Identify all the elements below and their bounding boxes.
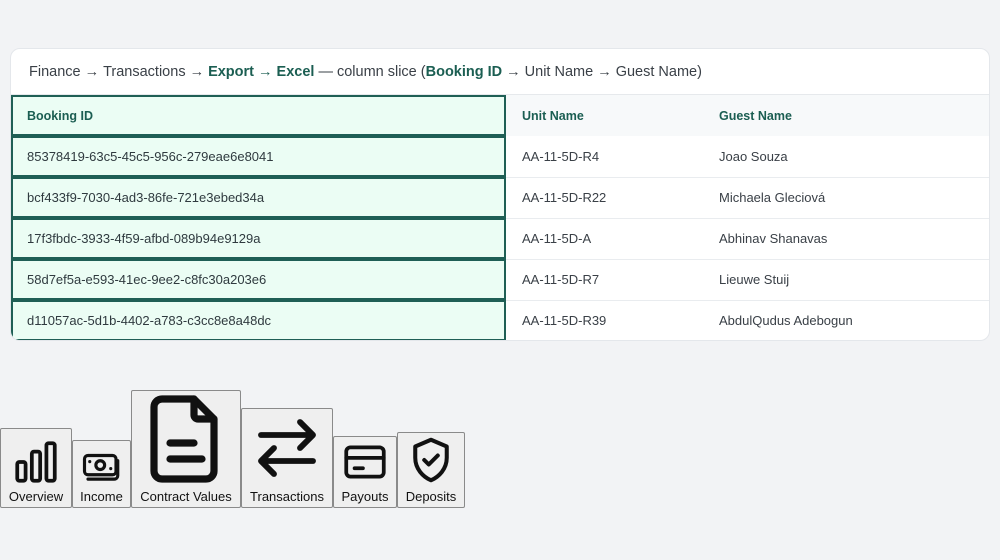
shield-check-icon — [413, 437, 449, 483]
income-label: Income — [80, 489, 123, 504]
guest-name-cell: AbdulQudus Adebogun — [719, 313, 853, 329]
table-row[interactable]: d11057ac-5d1b-4402-a783-c3cc8e8a48dc AA-… — [11, 300, 989, 340]
arrows-exchange-icon — [258, 419, 316, 477]
unit-name-cell: AA-11-5D-R22 — [522, 190, 607, 205]
unit-name-cell: AA-11-5D-R4 — [522, 148, 600, 164]
breadcrumb-finance[interactable]: Finance — [29, 64, 81, 80]
booking-id-cell: 58d7ef5a-e593-41ec-9ee2-c8fc30a203e6 — [11, 259, 506, 300]
transactions-label: Transactions — [250, 489, 324, 504]
guest-name-cell: Lieuwe Stuij — [719, 272, 790, 287]
booking-id-cell: 17f3fbdc-3933-4f59-afbd-089b94e9129a — [11, 218, 506, 259]
table-row[interactable]: 85378419-63c5-45c5-956c-279eae6e8041 AA-… — [11, 136, 989, 177]
table-row[interactable]: bcf433f9-7030-4ad3-86fe-721e3ebed34a AA-… — [11, 177, 989, 218]
unit-name-cell: AA-11-5D-A — [522, 231, 592, 246]
guest-name-cell: Joao Souza — [719, 148, 788, 164]
breadcrumb-arrow: → — [84, 63, 100, 80]
breadcrumb-slice-prefix: — column slice ( — [318, 63, 426, 80]
breadcrumb-arrow: → — [189, 63, 205, 80]
breadcrumb-slice-key: Booking ID — [425, 63, 503, 80]
table-row[interactable]: 58d7ef5a-e593-41ec-9ee2-c8fc30a203e6 AA-… — [11, 259, 989, 300]
banknote-icon — [82, 453, 119, 481]
table-row[interactable]: 17f3fbdc-3933-4f59-afbd-089b94e9129a AA-… — [11, 218, 989, 259]
credit-card-icon — [344, 445, 386, 479]
breadcrumb-export-excel: Export → Excel — [208, 63, 315, 80]
deposits-button[interactable]: Deposits — [397, 432, 465, 508]
breadcrumb: Finance → Transactions → Export → Excel … — [11, 49, 989, 95]
table-header-row: Booking ID Unit Name Guest Name — [11, 95, 989, 136]
export-preview-panel: Finance → Transactions → Export → Excel … — [10, 48, 990, 341]
breadcrumb-transactions[interactable]: Transactions — [103, 64, 185, 80]
booking-id-cell: 85378419-63c5-45c5-956c-279eae6e8041 — [11, 136, 506, 177]
unit-name-cell: AA-11-5D-R39 — [522, 313, 607, 329]
unit-name-cell: AA-11-5D-R7 — [522, 272, 600, 287]
bookings-table: Booking ID Unit Name Guest Name 85378419… — [11, 95, 989, 340]
booking-id-cell: bcf433f9-7030-4ad3-86fe-721e3ebed34a — [11, 177, 506, 218]
column-header-booking-id[interactable]: Booking ID — [11, 95, 506, 136]
payouts-button[interactable]: Payouts — [333, 436, 397, 508]
contract-values-label: Contract Values — [140, 489, 232, 504]
guest-name-cell: Abhinav Shanavas — [719, 231, 828, 246]
deposits-label: Deposits — [405, 489, 457, 504]
transactions-button[interactable]: Transactions — [241, 408, 333, 508]
column-header-unit-name[interactable]: Unit Name — [506, 95, 703, 136]
document-icon — [150, 395, 218, 483]
payouts-label: Payouts — [341, 489, 389, 504]
booking-id-cell: d11057ac-5d1b-4402-a783-c3cc8e8a48dc — [11, 300, 506, 340]
bar-chart-icon — [15, 441, 57, 483]
contract-values-button[interactable]: Contract Values — [131, 390, 241, 508]
overview-label: Overview — [8, 489, 64, 504]
overview-button[interactable]: Overview — [0, 428, 72, 508]
column-header-guest-name[interactable]: Guest Name — [703, 95, 989, 136]
breadcrumb-slice-rest: → Unit Name → Guest Name) — [506, 63, 702, 80]
income-button[interactable]: Income — [72, 440, 131, 508]
guest-name-cell: Michaela Gleciová — [719, 190, 826, 205]
